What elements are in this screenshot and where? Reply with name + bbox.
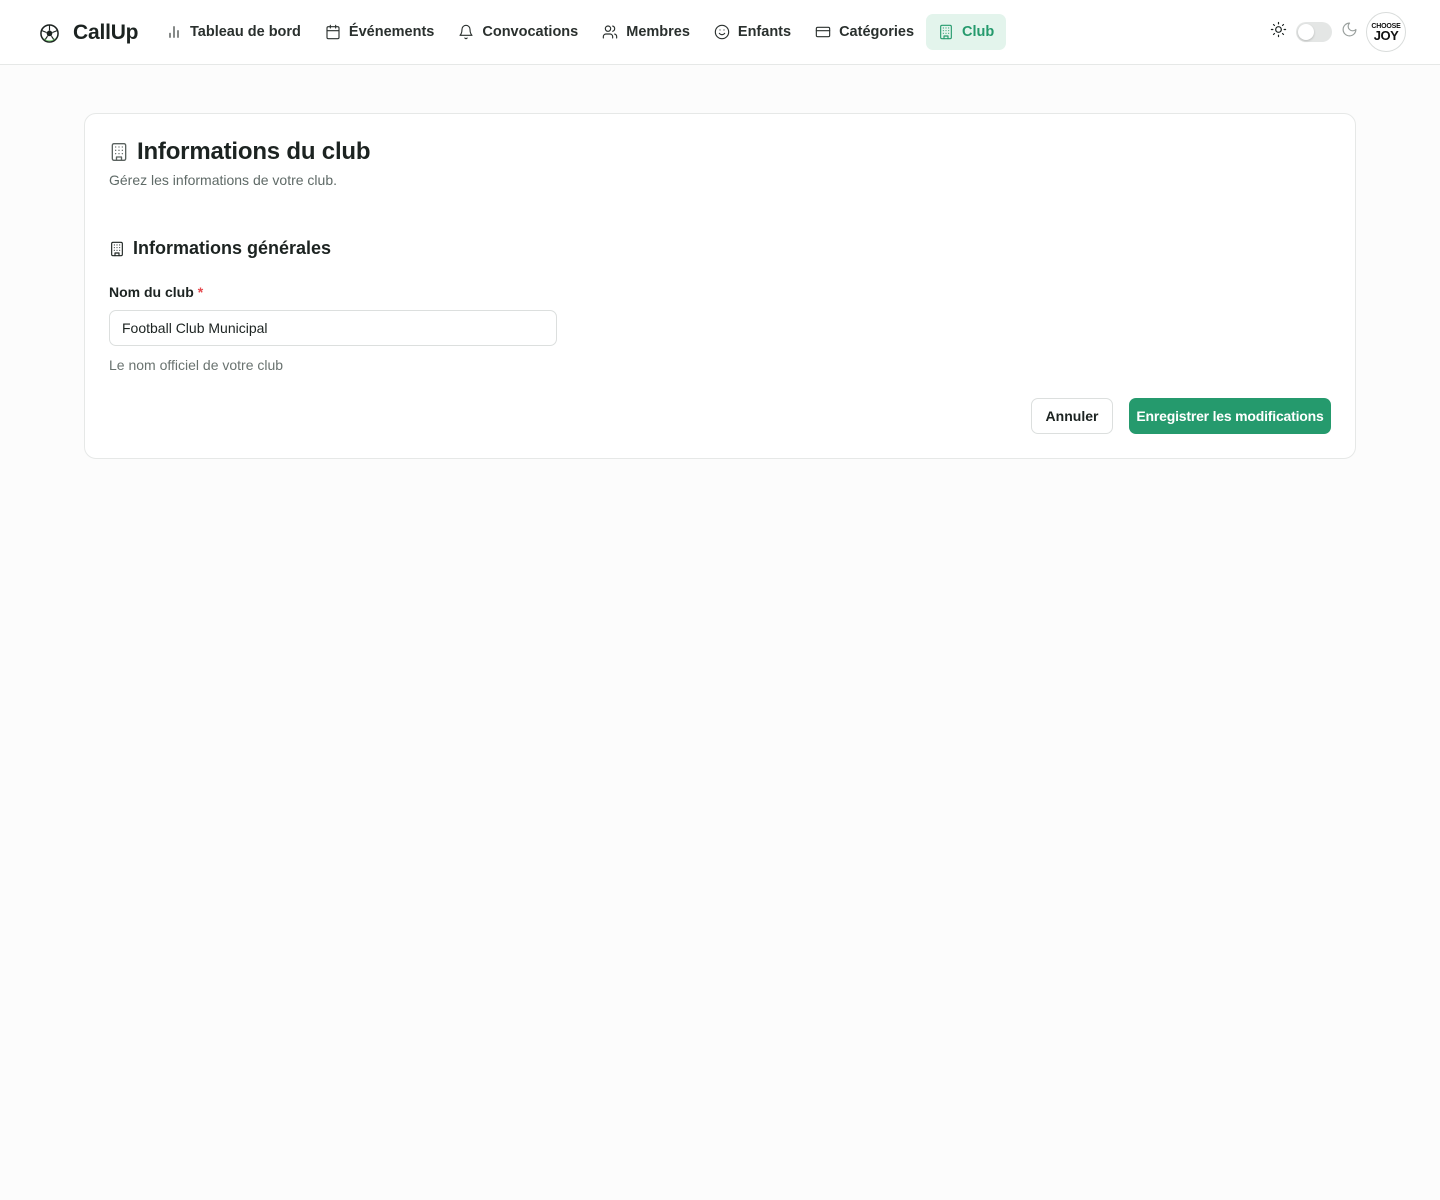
club-name-label: Nom du club *: [109, 284, 203, 300]
building-icon: [940, 24, 952, 40]
nav-item-label: Tableau de bord: [190, 24, 301, 40]
main-nav: Tableau de bord Événements Convocations …: [154, 14, 1007, 50]
nav-item-convocations[interactable]: Convocations: [446, 14, 590, 50]
page-title-text: Informations du club: [137, 138, 371, 165]
nav-item-categories[interactable]: Catégories: [803, 14, 926, 50]
nav-item-label: Catégories: [839, 24, 915, 40]
nav-item-events[interactable]: Événements: [313, 14, 446, 50]
calendar-icon: [326, 24, 340, 40]
nav-item-children[interactable]: Enfants: [702, 14, 803, 50]
club-name-input[interactable]: [109, 310, 557, 346]
nav-item-label: Club: [962, 24, 995, 40]
page-subtitle: Gérez les informations de votre club.: [109, 172, 337, 188]
avatar-text-bottom: JOY: [1373, 27, 1399, 43]
required-mark: *: [197, 284, 204, 300]
nav-item-dashboard[interactable]: Tableau de bord: [154, 14, 313, 50]
save-button[interactable]: Enregistrer les modifications: [1129, 398, 1331, 434]
smile-icon: [714, 24, 730, 40]
sun-icon: [1270, 21, 1287, 43]
club-name-label-text: Nom du club: [109, 284, 194, 300]
bell-icon: [459, 24, 473, 40]
page-title: Informations du club: [109, 138, 371, 166]
card-header: Informations du club Gérez les informati…: [109, 138, 371, 188]
app-name: CallUp: [73, 21, 139, 44]
theme-switcher: [1270, 20, 1358, 44]
users-icon: [603, 25, 618, 39]
bar-chart-icon: [169, 26, 179, 38]
club-info-card: Informations du club Gérez les informati…: [84, 113, 1356, 459]
avatar[interactable]: CHOOSE JOY: [1366, 12, 1406, 52]
section-title: Informations générales: [109, 238, 331, 259]
club-name-helper: Le nom officiel de votre club: [109, 357, 284, 373]
nav-item-club[interactable]: Club: [926, 14, 1007, 50]
theme-toggle[interactable]: [1296, 22, 1332, 42]
nav-item-label: Enfants: [737, 24, 792, 40]
credit-card-icon: [815, 26, 831, 38]
nav-item-label: Événements: [348, 24, 435, 40]
nav-item-label: Convocations: [482, 24, 579, 40]
nav-item-members[interactable]: Membres: [590, 14, 702, 50]
moon-icon: [1341, 21, 1358, 43]
brand[interactable]: CallUp: [40, 14, 139, 52]
nav-item-label: Membres: [626, 24, 690, 40]
toggle-knob: [1298, 24, 1314, 40]
soccer-ball-icon: [40, 23, 59, 43]
cancel-button[interactable]: Annuler: [1031, 398, 1113, 434]
building-icon: [111, 143, 127, 161]
section-title-text: Informations générales: [133, 238, 332, 258]
building-icon: [111, 241, 123, 256]
top-navigation-bar: CallUp Tableau de bord Événements Convoc…: [0, 0, 1440, 65]
